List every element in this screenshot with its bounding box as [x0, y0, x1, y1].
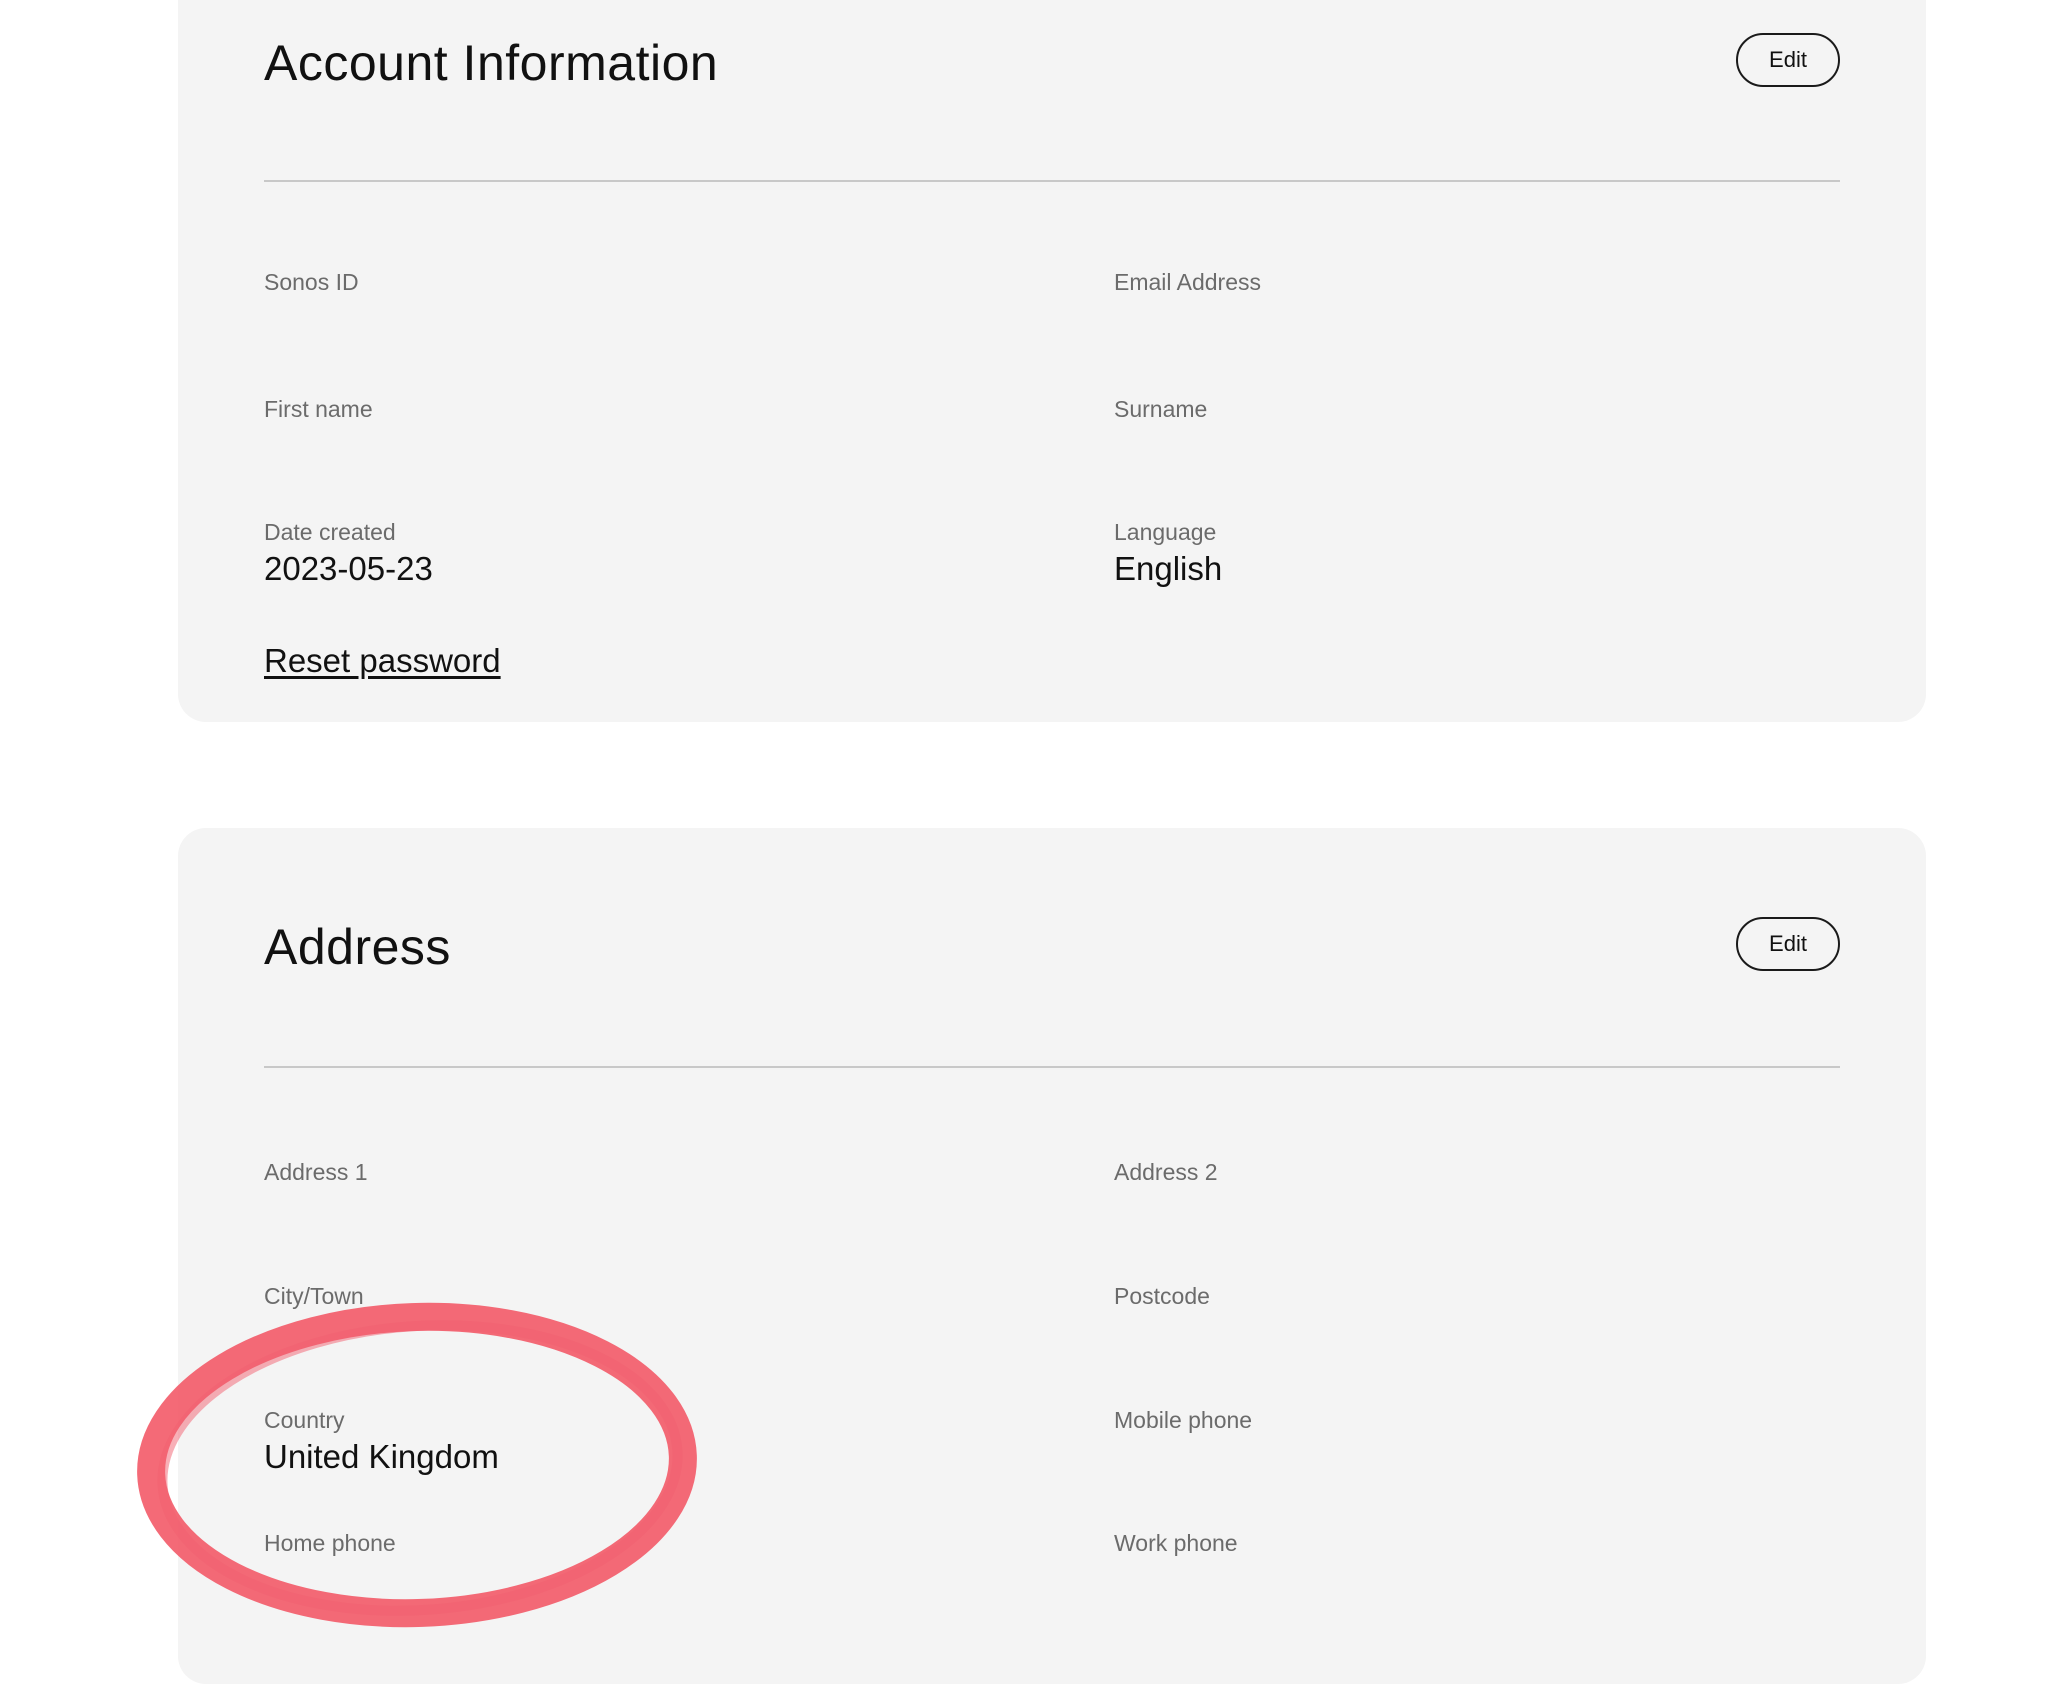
date-created-field: Date created 2023-05-23	[264, 518, 433, 589]
mobile-phone-label: Mobile phone	[1114, 1407, 1253, 1433]
postcode-label: Postcode	[1114, 1283, 1210, 1309]
account-edit-button[interactable]: Edit	[1736, 33, 1840, 87]
postcode-field: Postcode	[1114, 1282, 1210, 1310]
address-card: Address Edit Address 1 Address 2 City/To…	[178, 828, 1926, 1684]
country-value: United Kingdom	[264, 1438, 499, 1475]
address-2-label: Address 2	[1114, 1159, 1218, 1185]
date-created-value: 2023-05-23	[264, 550, 433, 587]
surname-field: Surname	[1114, 395, 1207, 423]
sonos-id-field: Sonos ID	[264, 268, 359, 296]
first-name-field: First name	[264, 395, 373, 423]
sonos-id-label: Sonos ID	[264, 269, 359, 295]
work-phone-label: Work phone	[1114, 1530, 1238, 1556]
address-title: Address	[264, 919, 451, 975]
country-field: Country United Kingdom	[264, 1406, 499, 1477]
account-divider	[264, 180, 1840, 182]
address-divider	[264, 1066, 1840, 1068]
account-information-card: Account Information Edit Sonos ID Email …	[178, 0, 1926, 722]
account-information-title: Account Information	[264, 35, 719, 91]
language-label: Language	[1114, 519, 1217, 545]
email-address-field: Email Address	[1114, 268, 1261, 296]
address-1-field: Address 1	[264, 1158, 368, 1186]
mobile-phone-field: Mobile phone	[1114, 1406, 1252, 1434]
reset-password-link[interactable]: Reset password	[264, 642, 501, 680]
city-town-field: City/Town	[264, 1282, 364, 1310]
language-field: Language English	[1114, 518, 1222, 589]
surname-label: Surname	[1114, 396, 1208, 422]
first-name-label: First name	[264, 396, 373, 422]
date-created-label: Date created	[264, 519, 396, 545]
language-value: English	[1114, 550, 1223, 587]
address-1-label: Address 1	[264, 1159, 368, 1185]
home-phone-field: Home phone	[264, 1529, 396, 1557]
address-edit-button[interactable]: Edit	[1736, 917, 1840, 971]
country-label: Country	[264, 1407, 345, 1433]
work-phone-field: Work phone	[1114, 1529, 1238, 1557]
address-2-field: Address 2	[1114, 1158, 1218, 1186]
home-phone-label: Home phone	[264, 1530, 396, 1556]
city-town-label: City/Town	[264, 1283, 364, 1309]
email-address-label: Email Address	[1114, 269, 1262, 295]
